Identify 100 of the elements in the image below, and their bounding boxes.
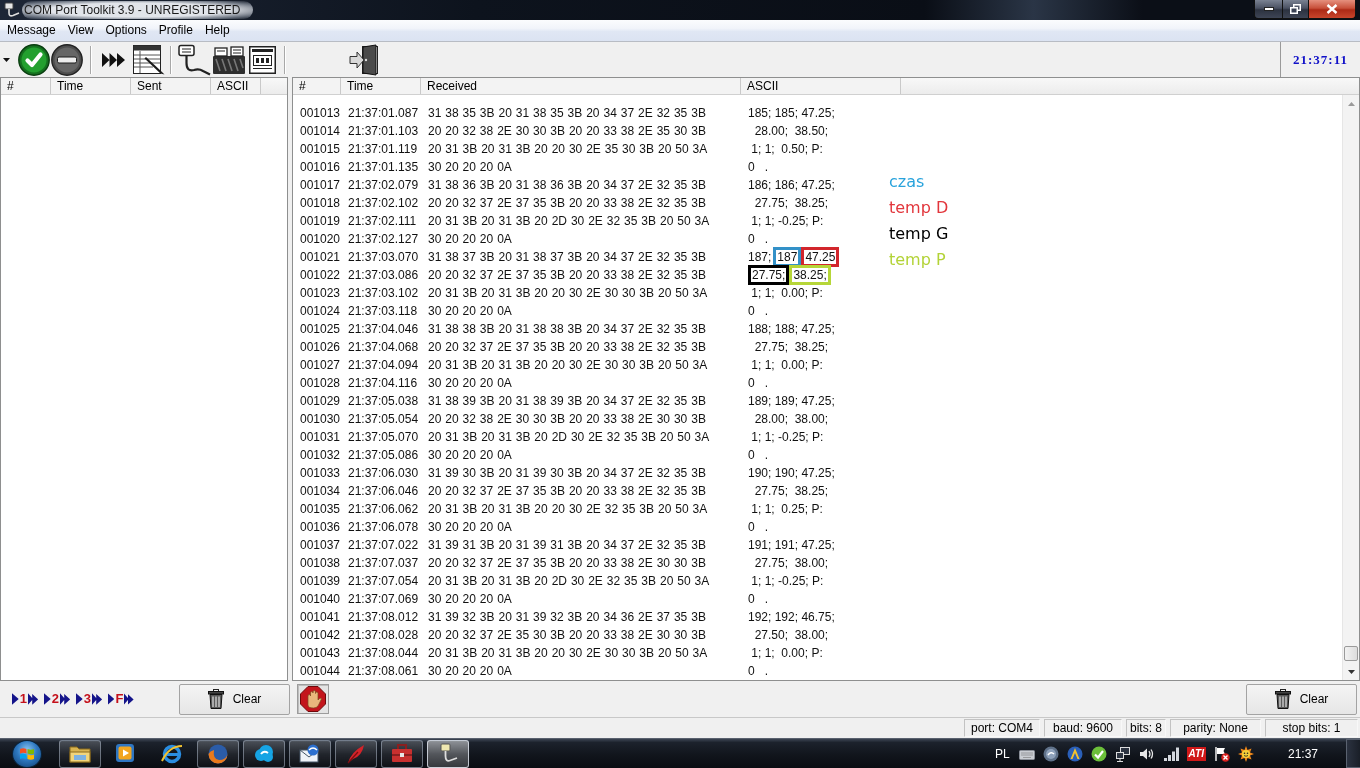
flag-icon[interactable] <box>1213 745 1230 762</box>
stop-button[interactable] <box>297 684 329 714</box>
column-header[interactable]: Time <box>51 78 131 94</box>
table-cell-text: 31 38 39 3B 20 31 38 39 3B 20 34 37 2E 32 35 3B <box>427 393 707 410</box>
macro-button[interactable]: 1 <box>12 688 38 710</box>
language-indicator[interactable]: PL <box>994 746 1010 761</box>
close-button[interactable] <box>1308 0 1356 19</box>
column-header[interactable]: Sent <box>131 78 211 94</box>
taskbar-clock[interactable]: 21:37 <box>1287 746 1318 761</box>
window-icon[interactable] <box>249 45 276 74</box>
table-cell-text: 21:37:04.094 <box>347 357 420 374</box>
column-header[interactable]: Received <box>421 78 741 94</box>
table-cell-text: 21:37:02.127 <box>347 231 420 248</box>
check-circle-icon[interactable] <box>1090 745 1107 762</box>
table-cell-text: 30 20 20 20 0A <box>427 591 513 608</box>
table-pencil-icon[interactable] <box>133 44 165 75</box>
annotation-label: czas <box>889 171 925 193</box>
taskbar-button[interactable] <box>289 739 331 768</box>
table-cell-text: 1; 1; 0.00; P: <box>750 645 824 662</box>
menu-item[interactable]: Message <box>1 21 62 40</box>
taskbar-button[interactable] <box>427 739 469 768</box>
restore-button[interactable] <box>1282 0 1308 19</box>
table-cell-text: 21:37:08.061 <box>347 663 420 680</box>
cable-icon[interactable] <box>177 43 211 76</box>
taskbar-button[interactable] <box>243 739 285 768</box>
table-cell-text: 001018 <box>299 195 341 212</box>
table-cell-text: 31 39 31 3B 20 31 39 31 3B 20 34 37 2E 32 35 3B <box>427 537 707 554</box>
envelope-icon <box>299 742 321 765</box>
scroll-thumb[interactable] <box>1344 646 1358 661</box>
table-cell-text: 31 38 36 3B 20 31 38 36 3B 20 34 37 2E 32 35 3B <box>427 177 707 194</box>
table-cell-text: 001028 <box>299 375 341 392</box>
table-cell-text: 0 . <box>747 519 769 536</box>
caret-icon[interactable] <box>3 57 10 62</box>
clear-button[interactable]: Clear <box>1246 683 1357 715</box>
table-cell-text: 21:37:07.037 <box>347 555 420 572</box>
macro-button[interactable]: 3 <box>76 688 102 710</box>
annotation-label: temp D <box>889 197 949 219</box>
network-icon[interactable] <box>1114 745 1131 762</box>
toolbox-icon <box>391 742 413 765</box>
table-cell-text: 001032 <box>299 447 341 464</box>
taskbar-button[interactable] <box>59 739 101 768</box>
table-cell-text: 1; 1; 0.00; P: <box>750 285 824 302</box>
table-cell-text: 1; 1; 0.25; P: <box>750 501 824 518</box>
table-cell-text: 1; 1; -0.25; P: <box>750 213 825 230</box>
table-cell-text: 21:37:01.119 <box>347 141 419 158</box>
table-cell-text: 001021 <box>299 249 341 266</box>
start-button[interactable] <box>12 739 42 768</box>
menu-item[interactable]: Help <box>198 21 236 40</box>
compass-icon[interactable] <box>1066 745 1083 762</box>
macro-button[interactable]: F <box>108 688 134 710</box>
door-arrow-icon[interactable] <box>349 43 381 76</box>
taskbar-button[interactable] <box>197 739 239 768</box>
column-header[interactable]: Time <box>341 78 421 94</box>
table-cell-text: 001039 <box>299 573 341 590</box>
sun-icon[interactable] <box>1237 745 1254 762</box>
table-cell-text: 21:37:05.086 <box>347 447 420 464</box>
table-cell-text: 31 39 30 3B 20 31 39 30 3B 20 34 37 2E 32 35 3B <box>427 465 707 482</box>
table-cell-text: 001025 <box>299 321 341 338</box>
table-cell-text: 30 20 20 20 0A <box>427 303 513 320</box>
table-cell-text: 21:37:08.012 <box>347 609 420 626</box>
table-cell-text: 21:37:04.046 <box>347 321 420 338</box>
table-cell-text: 1; 1; -0.25; P: <box>750 573 825 590</box>
table-cell-text: 20 20 32 38 2E 30 30 3B 20 20 33 38 2E 30 30 3B <box>427 411 707 428</box>
table-cell-text: 21:37:07.069 <box>347 591 420 608</box>
toolbox-icon[interactable] <box>212 44 246 75</box>
globe-icon <box>207 742 229 765</box>
table-cell-text: 21:37:03.086 <box>347 267 420 284</box>
tray-logo[interactable]: ATI <box>1186 746 1206 761</box>
table-cell-text: 31 39 32 3B 20 31 39 32 3B 20 34 36 2E 37 35 3B <box>427 609 707 626</box>
double-arrow-icon <box>27 691 38 707</box>
table-cell-text: 189; 189; 47.25; <box>747 393 836 410</box>
table-cell-text: 21:37:02.102 <box>347 195 420 212</box>
minus-circle-icon[interactable] <box>51 43 83 76</box>
minimize-button[interactable] <box>1254 0 1282 19</box>
fast-forward-icon[interactable] <box>102 51 125 68</box>
marked-value: 27.75; <box>748 265 790 285</box>
show-desktop-button[interactable] <box>1346 739 1360 768</box>
table-cell-text: 001044 <box>299 663 341 680</box>
scrollbar[interactable] <box>1342 95 1359 680</box>
marked-value: 47.25 <box>801 247 840 267</box>
cloud-icon <box>253 742 275 765</box>
table-cell-text: 21:37:06.062 <box>347 501 420 518</box>
signal-icon[interactable] <box>1162 745 1179 762</box>
column-header[interactable]: ASCII <box>741 78 901 94</box>
column-header[interactable]: # <box>293 78 341 94</box>
macro-button[interactable]: 2 <box>44 688 70 710</box>
check-circle-icon[interactable] <box>18 43 50 76</box>
menu-item[interactable]: Options <box>99 21 153 40</box>
menu-item[interactable]: Profile <box>152 21 199 40</box>
marked-value: 187 <box>773 247 802 267</box>
column-header[interactable]: ASCII <box>211 78 261 94</box>
arrow-icon <box>76 691 83 707</box>
clear-button[interactable]: Clear <box>179 683 290 715</box>
table-cell-text: 27.50; 38.00; <box>753 627 830 644</box>
column-header[interactable]: # <box>1 78 51 94</box>
table-cell-text: 188; 188; 47.25; <box>747 321 836 338</box>
disc-icon[interactable] <box>1042 745 1059 762</box>
marked-value: 38.25; <box>789 265 831 285</box>
menu-item[interactable]: View <box>61 21 100 40</box>
table-cell-text: 001022 <box>299 267 341 284</box>
